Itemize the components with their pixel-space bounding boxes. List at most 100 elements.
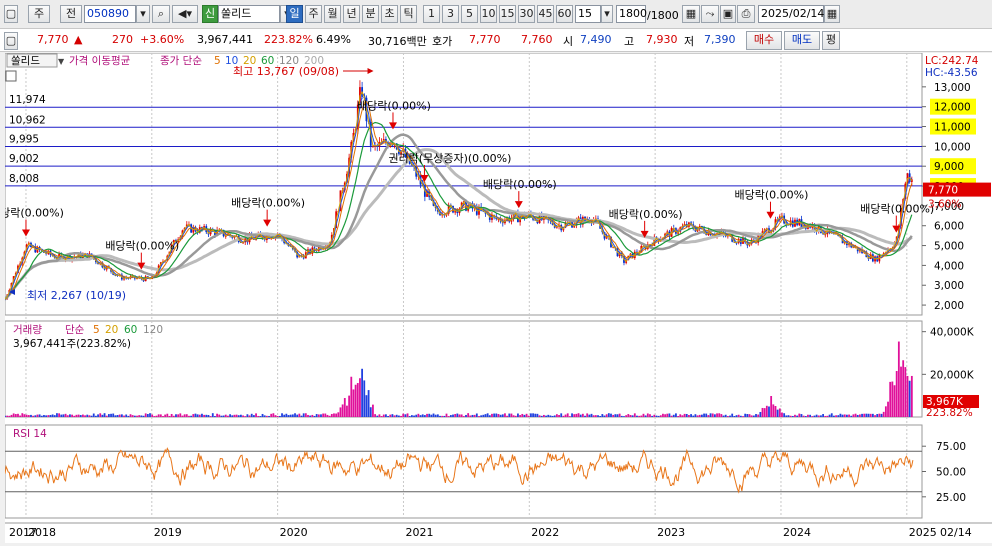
minute-5-button[interactable]: 5 <box>461 5 478 23</box>
minute-10-button[interactable]: 10 <box>480 5 497 23</box>
volume-bar <box>237 415 240 417</box>
volume-bar <box>317 414 320 417</box>
volume-bar <box>77 414 80 417</box>
average-button[interactable]: 평 <box>822 31 840 50</box>
period-4-button[interactable]: 분 <box>362 5 379 23</box>
volume-bar <box>34 415 37 417</box>
grid-icon[interactable]: ▦ <box>682 5 700 23</box>
period-3-button[interactable]: 년 <box>343 5 360 23</box>
volume-bar <box>757 414 760 417</box>
volume-bar <box>224 414 227 417</box>
volume-bar <box>374 414 376 417</box>
volume-bar <box>114 415 117 417</box>
volume-bar <box>133 415 136 417</box>
volume-bar <box>690 414 692 417</box>
volume-bar <box>495 413 498 417</box>
type-selector[interactable]: 주 <box>28 5 50 23</box>
count-input[interactable]: 1800 <box>616 5 647 23</box>
volume-bar <box>406 413 409 417</box>
volume-bar <box>140 415 143 417</box>
volume-bar <box>568 416 571 417</box>
volume-bar <box>333 413 335 417</box>
volume-bar <box>123 415 125 417</box>
volume-bar <box>136 415 138 417</box>
volume-bar <box>869 413 872 417</box>
minute-15-button[interactable]: 15 <box>499 5 516 23</box>
volume-bar <box>659 415 662 417</box>
date-input[interactable]: 2025/02/14 <box>758 5 824 23</box>
interval-dropdown-icon[interactable]: ▾ <box>601 5 613 23</box>
search-icon[interactable]: ⌕ <box>152 5 170 23</box>
volume-bar <box>772 404 775 417</box>
volume-bar <box>610 413 612 417</box>
volume-bar <box>787 415 790 417</box>
volume-bar <box>298 413 301 417</box>
volume-bar <box>209 416 212 417</box>
volume-bar <box>58 413 61 417</box>
dividend-label: 배당락(0.00%) <box>105 240 179 253</box>
volume-bar <box>698 414 701 417</box>
volume-bar <box>261 413 264 417</box>
volume-bar <box>220 415 223 417</box>
period-0-button[interactable]: 일 <box>286 5 303 23</box>
minute-3-button[interactable]: 3 <box>442 5 459 23</box>
speaker-icon[interactable]: ◀▾ <box>172 5 198 23</box>
volume-bar <box>120 414 123 417</box>
volume-bar <box>897 341 900 417</box>
volume-bar <box>720 414 723 417</box>
volume-bar <box>129 414 132 417</box>
high-label: 고 <box>624 35 635 48</box>
volume-bar <box>66 415 69 417</box>
sell-button[interactable]: 매도 <box>784 31 820 50</box>
print-icon[interactable]: ⎙ <box>737 5 755 23</box>
code-dropdown-icon[interactable]: ▾ <box>136 5 150 23</box>
chart-area[interactable]: 13,00012,00011,00010,0009,0008,0007,0006… <box>0 52 992 543</box>
volume-bar <box>547 414 550 417</box>
mode-selector[interactable]: 전 <box>60 5 82 23</box>
volume-bar <box>328 415 331 417</box>
volume-bar <box>670 415 673 417</box>
volume-bar <box>69 414 71 417</box>
interval-input[interactable]: 15 <box>575 5 601 23</box>
window-icon[interactable]: ▢ <box>4 5 18 23</box>
volume-bar <box>27 415 30 417</box>
volume-bar <box>53 415 56 417</box>
volume-bar <box>867 413 870 417</box>
minute-45-button[interactable]: 45 <box>537 5 554 23</box>
calendar-icon[interactable]: ▦ <box>824 5 840 23</box>
volume-bar <box>289 414 292 417</box>
volume-bar <box>826 415 829 417</box>
stock-code-input[interactable]: 050890 <box>84 5 136 23</box>
volume-bar <box>820 415 822 417</box>
x-axis-label: 2020 <box>280 526 308 539</box>
minute-1-button[interactable]: 1 <box>423 5 440 23</box>
minute-60-button[interactable]: 60 <box>556 5 573 23</box>
stock-chart[interactable]: 13,00012,00011,00010,0009,0008,0007,0006… <box>0 52 992 543</box>
volume-bar <box>378 414 381 417</box>
volume-bar <box>731 413 734 417</box>
volume-bar <box>434 414 437 417</box>
period-5-button[interactable]: 초 <box>381 5 398 23</box>
rsi-axis-label: 50.00 <box>936 467 966 479</box>
ask-price: 7,770 <box>469 33 501 46</box>
volume-bar <box>910 375 913 417</box>
volume-bar <box>337 412 340 417</box>
collapse-icon[interactable]: ▢ <box>4 32 18 50</box>
period-6-button[interactable]: 틱 <box>400 5 417 23</box>
minute-30-button[interactable]: 30 <box>518 5 535 23</box>
volume-bar <box>908 380 911 417</box>
save-icon[interactable]: ▣ <box>720 5 736 23</box>
buy-button[interactable]: 매수 <box>746 31 782 50</box>
chart-tools-icon[interactable]: ⤳ <box>701 5 719 23</box>
volume-bar <box>365 395 368 417</box>
volume-bar <box>356 383 359 417</box>
volume-bar <box>813 415 816 417</box>
period-2-button[interactable]: 월 <box>324 5 341 23</box>
volume-bar <box>294 413 296 417</box>
period-1-button[interactable]: 주 <box>305 5 322 23</box>
volume-bar <box>38 414 41 417</box>
volume-ratio: 223.82% <box>264 33 313 46</box>
volume-bar <box>830 413 833 417</box>
volume-bar <box>291 414 294 417</box>
volume-bar <box>562 415 565 417</box>
